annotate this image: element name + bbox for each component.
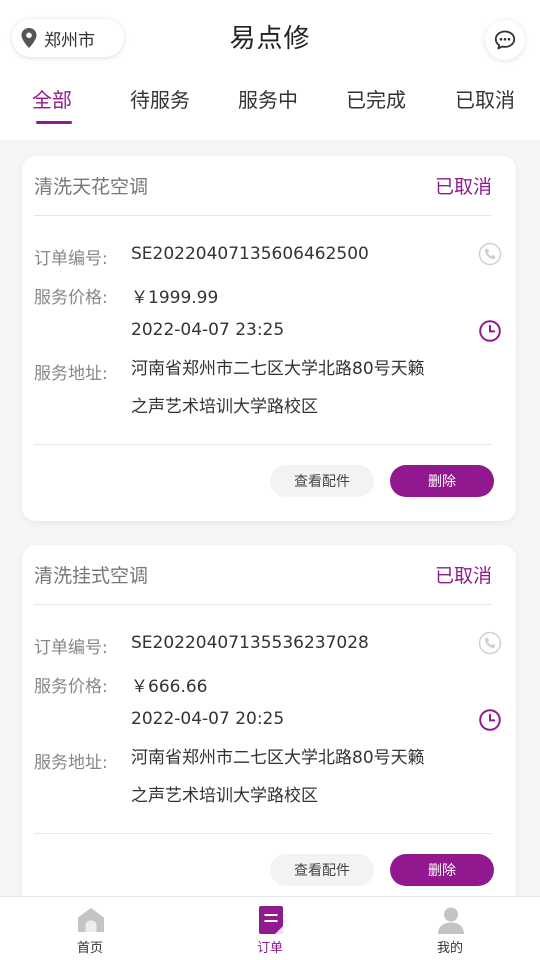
bottom-navigation: 首页 订单 我的	[0, 896, 540, 960]
message-bubble-icon	[494, 30, 516, 50]
nav-label: 订单	[256, 941, 283, 956]
address-line: 河南省郑州市二七区大学北路80号天籁	[131, 748, 425, 768]
view-parts-button[interactable]: 查看配件	[270, 465, 374, 497]
service-address: 河南省郑州市二七区大学北路80号天籁 之声艺术培训大学路校区	[131, 739, 481, 815]
service-price-label: 服务价格:	[34, 288, 108, 308]
order-number-label: 订单编号:	[34, 638, 108, 658]
service-time: 2022-04-07 23:25	[131, 320, 285, 340]
nav-orders[interactable]: 订单	[210, 897, 330, 960]
service-price: ￥1999.99	[131, 288, 219, 308]
service-name: 清洗挂式空调	[34, 565, 149, 587]
divider	[34, 833, 492, 834]
delete-button[interactable]: 删除	[390, 465, 494, 497]
profile-icon	[438, 907, 464, 934]
service-price: ￥666.66	[131, 677, 208, 697]
order-number: SE20220407135536237028	[131, 633, 369, 653]
tab-in-service[interactable]: 服务中	[238, 84, 298, 113]
order-status-tabs: 全部 待服务 服务中 已完成 已取消	[0, 78, 540, 128]
delete-button[interactable]: 删除	[390, 854, 494, 886]
service-address-label: 服务地址:	[34, 753, 108, 773]
order-card: 清洗挂式空调 已取消 订单编号: SE20220407135536237028 …	[22, 545, 516, 910]
app-title: 易点修	[229, 24, 311, 54]
order-status: 已取消	[434, 565, 492, 587]
order-card: 清洗天花空调 已取消 订单编号: SE20220407135606462500 …	[22, 156, 516, 521]
service-time: 2022-04-07 20:25	[131, 709, 285, 729]
tab-all[interactable]: 全部	[32, 84, 72, 113]
phone-icon[interactable]	[478, 242, 502, 266]
orders-icon	[259, 906, 283, 934]
nav-profile[interactable]: 我的	[390, 897, 510, 960]
active-tab-indicator	[36, 121, 72, 124]
address-line: 之声艺术培训大学路校区	[131, 786, 318, 806]
tab-cancelled[interactable]: 已取消	[455, 84, 515, 113]
message-button[interactable]	[485, 20, 525, 60]
service-address: 河南省郑州市二七区大学北路80号天籁 之声艺术培训大学路校区	[131, 350, 481, 426]
nav-label: 我的	[436, 941, 463, 956]
header: 郑州市 易点修 全部 待服务 服务中 已完成 已取消	[0, 0, 540, 140]
order-number-label: 订单编号:	[34, 249, 108, 269]
order-number: SE20220407135606462500	[131, 244, 369, 264]
address-line: 河南省郑州市二七区大学北路80号天籁	[131, 359, 425, 379]
service-price-label: 服务价格:	[34, 677, 108, 697]
divider	[34, 215, 492, 216]
phone-icon[interactable]	[478, 631, 502, 655]
home-icon	[78, 908, 104, 932]
order-status: 已取消	[434, 176, 492, 198]
service-name: 清洗天花空调	[34, 176, 149, 198]
clock-icon	[479, 320, 501, 342]
nav-home[interactable]: 首页	[30, 897, 150, 960]
view-parts-button[interactable]: 查看配件	[270, 854, 374, 886]
address-line: 之声艺术培训大学路校区	[131, 397, 318, 417]
divider	[34, 604, 492, 605]
service-address-label: 服务地址:	[34, 364, 108, 384]
divider	[34, 444, 492, 445]
nav-label: 首页	[76, 941, 103, 956]
tab-pending-service[interactable]: 待服务	[130, 84, 190, 113]
tab-completed[interactable]: 已完成	[346, 84, 406, 113]
clock-icon	[479, 709, 501, 731]
